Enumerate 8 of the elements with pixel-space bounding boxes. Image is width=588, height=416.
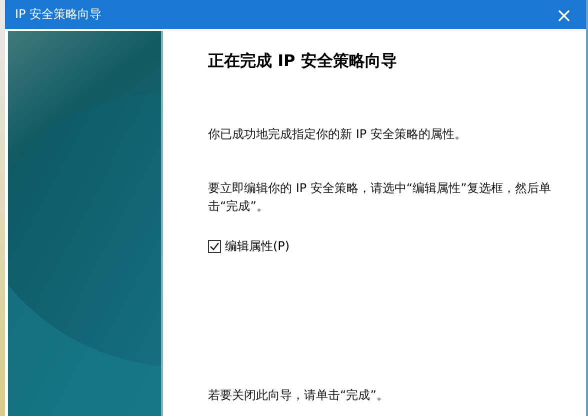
paragraph: 若要关闭此向导，请单击“完成”。 (208, 386, 390, 404)
checkbox-label: 编辑属性(P) (225, 238, 290, 255)
close-button[interactable]: × (542, 0, 586, 29)
paragraph: 要立即编辑你的 IP 安全策略，请选中“编辑属性”复选框，然后单击“完成”。 (208, 180, 552, 215)
wizard-heading: 正在完成 IP 安全策略向导 (208, 51, 398, 72)
checkbox[interactable] (208, 240, 221, 253)
paragraph: 你已成功地完成指定你的新 IP 安全策略的属性。 (208, 126, 468, 143)
window-title: IP 安全策略向导 (15, 6, 103, 23)
